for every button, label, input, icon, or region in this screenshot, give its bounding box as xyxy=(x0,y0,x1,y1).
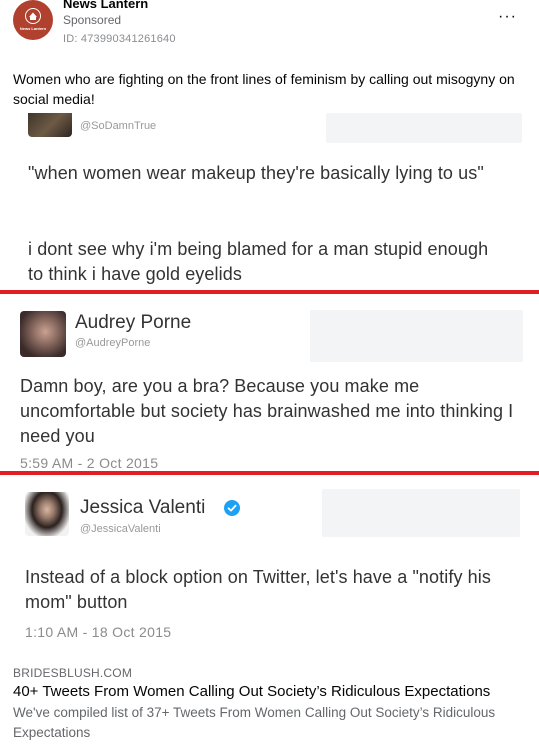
tweet-timestamp: 5:59 AM - 2 Oct 2015 xyxy=(20,455,159,471)
tweet-handle: @AudreyPorne xyxy=(75,337,151,349)
sponsored-label: Sponsored xyxy=(63,13,122,27)
tweet-author-name: Jessica Valenti xyxy=(80,497,206,518)
link-preview[interactable]: BRIDESBLUSH.COM 40+ Tweets From Women Ca… xyxy=(0,658,539,749)
tweet-avatar xyxy=(25,492,69,536)
tweet-avatar xyxy=(20,311,66,357)
tweet-text: Instead of a block option on Twitter, le… xyxy=(25,567,491,612)
post-image[interactable]: @SoDamnTrue "when women wear makeup they… xyxy=(0,113,539,658)
tweet-avatar xyxy=(28,113,72,137)
tweet-card: Jessica Valenti @JessicaValenti Instead … xyxy=(0,475,539,658)
follow-area xyxy=(326,113,522,143)
follow-area xyxy=(322,489,520,537)
post-header: News Lantern News Lantern Sponsored ID: … xyxy=(0,0,539,60)
verified-badge-icon xyxy=(224,500,240,516)
tweet-text: i dont see why i'm being blamed for a ma… xyxy=(28,239,489,284)
ad-id: ID: 473990341261640 xyxy=(63,33,176,45)
tweet-card: @SoDamnTrue "when women wear makeup they… xyxy=(0,113,539,289)
tweet-text: Damn boy, are you a bra? Because you mak… xyxy=(20,376,514,446)
follow-area xyxy=(310,310,523,362)
tweet-timestamp: 1:10 AM - 18 Oct 2015 xyxy=(25,624,172,640)
link-title[interactable]: 40+ Tweets From Women Calling Out Societ… xyxy=(13,683,490,700)
more-options-icon[interactable]: ··· xyxy=(498,8,517,26)
link-domain: BRIDESBLUSH.COM xyxy=(13,666,133,680)
page-avatar[interactable]: News Lantern xyxy=(13,0,53,40)
tweet-card: Audrey Porne @AudreyPorne Damn boy, are … xyxy=(0,294,539,471)
lantern-logo-icon xyxy=(25,8,41,24)
page-name-link[interactable]: News Lantern xyxy=(63,0,148,11)
tweet-handle: @SoDamnTrue xyxy=(80,120,157,132)
tweet-text: "when women wear makeup they're basicall… xyxy=(28,163,484,183)
avatar-logo-text: News Lantern xyxy=(19,26,47,31)
tweet-handle: @JessicaValenti xyxy=(80,523,161,535)
link-description: We've compiled list of 37+ Tweets From W… xyxy=(13,705,496,740)
post-caption: Women who are fighting on the front line… xyxy=(13,71,515,107)
tweet-author-name: Audrey Porne xyxy=(75,312,192,333)
